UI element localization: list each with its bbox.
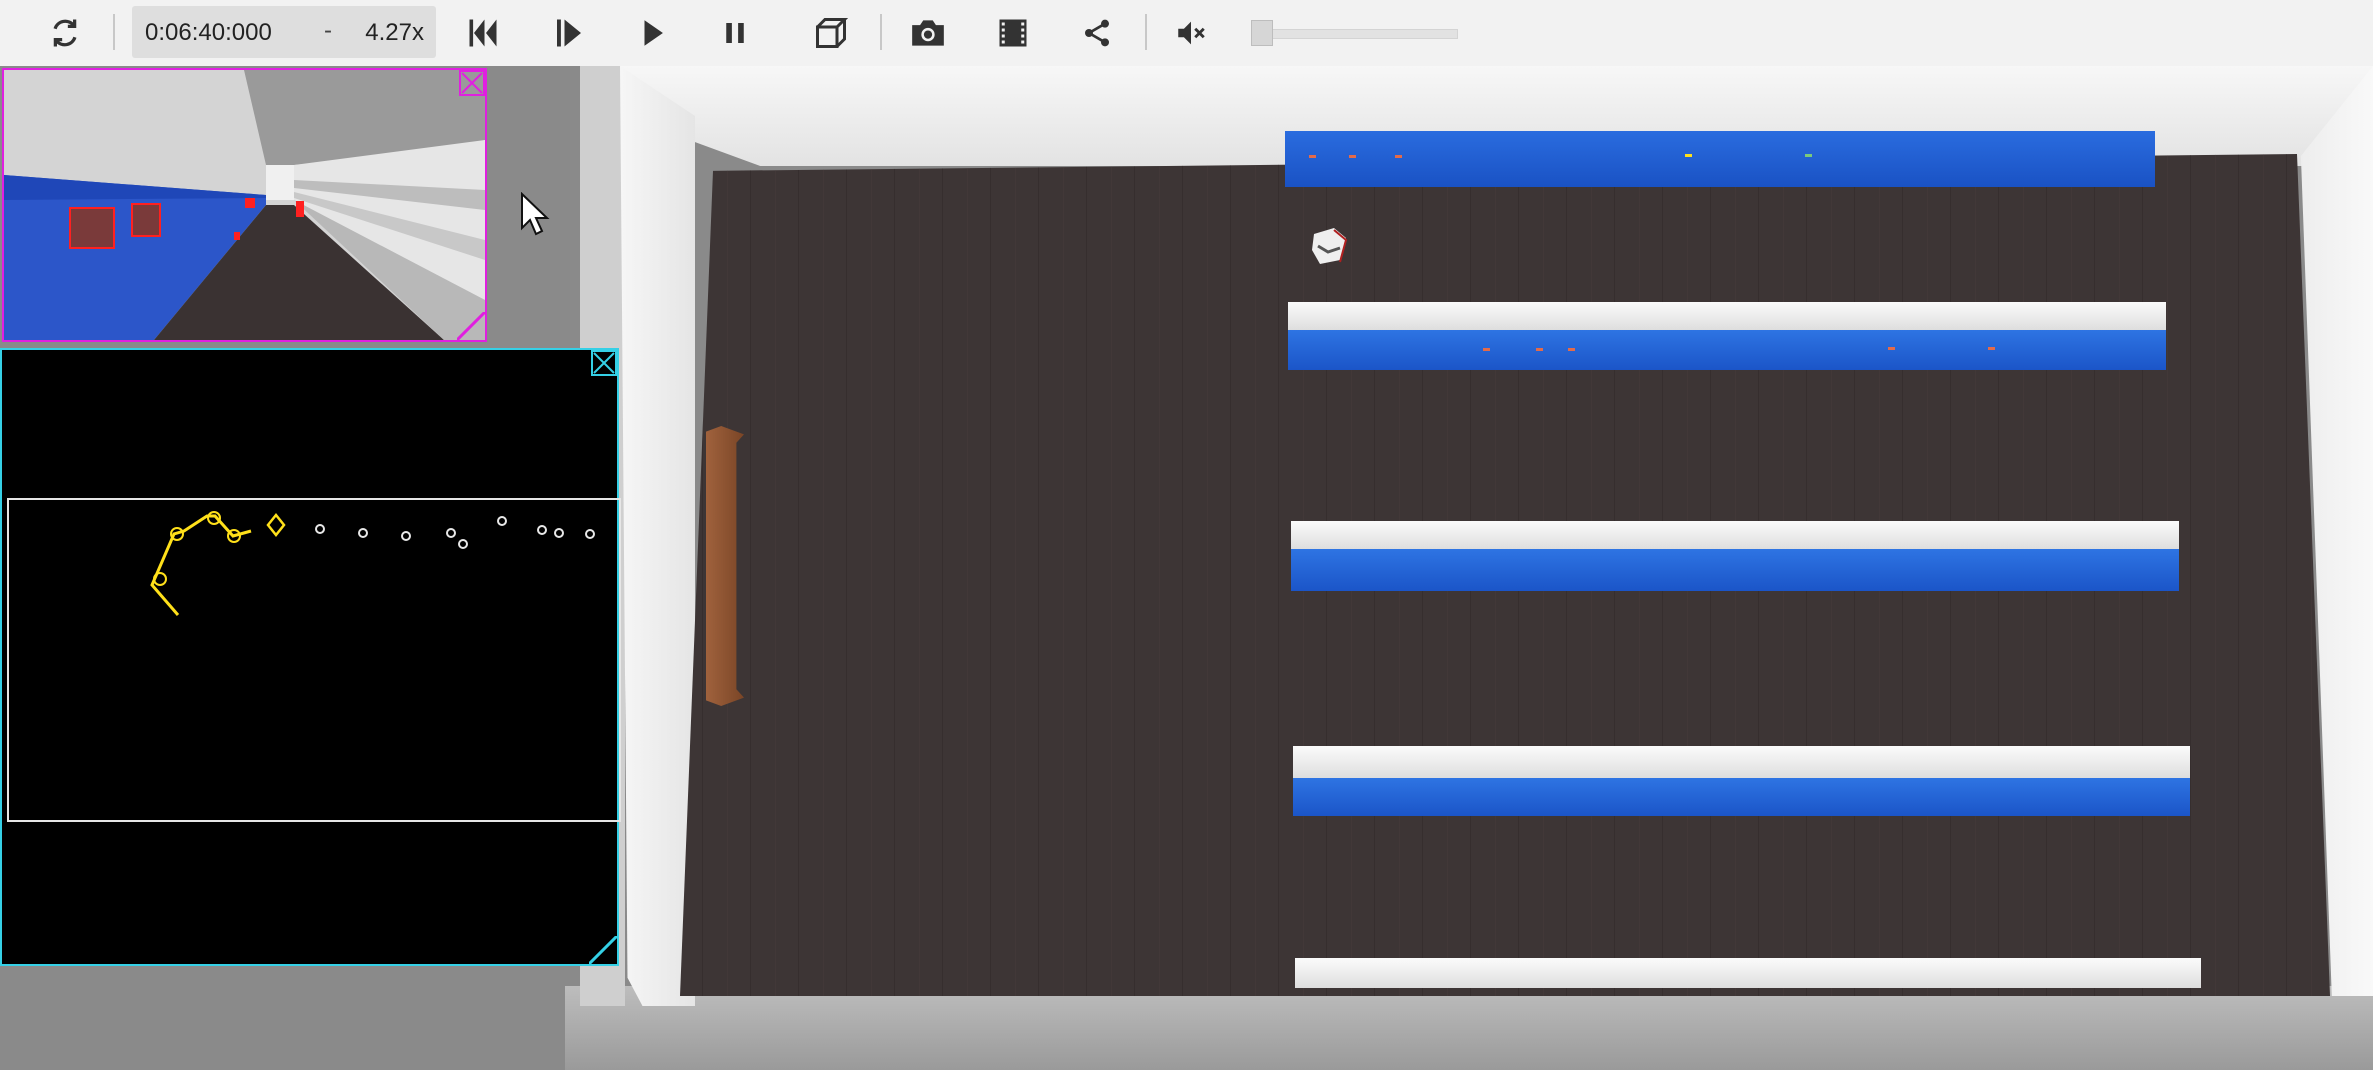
shelf-item — [1483, 348, 1490, 351]
play-icon — [644, 20, 663, 46]
step-forward-icon — [557, 19, 581, 47]
shelf-top — [1293, 746, 2190, 778]
film-icon — [999, 19, 1027, 47]
3d-view-icon — [816, 18, 849, 48]
screenshot-button[interactable] — [905, 10, 951, 56]
playback-toolbar: 0:06:40:000 - 4.27x — [0, 0, 2373, 67]
shelf-top — [1295, 958, 2201, 988]
shelf-item — [1309, 155, 1316, 158]
volume-slider-track[interactable] — [1256, 29, 1458, 39]
pause-button[interactable] — [712, 10, 758, 56]
detection-box — [245, 198, 255, 208]
outer-floor — [565, 986, 2373, 1070]
camera-view-panel[interactable] — [2, 68, 487, 342]
shelf-1 — [1285, 131, 2155, 187]
refresh-icon — [53, 19, 77, 47]
skip-to-start-icon — [469, 19, 497, 47]
robot-path-plot — [150, 511, 595, 616]
mute-button[interactable] — [1168, 10, 1214, 56]
close-icon[interactable] — [591, 350, 617, 376]
waypoints — [315, 516, 595, 549]
detection-box — [234, 232, 240, 240]
shelf-face — [1293, 778, 2190, 816]
shelf-top — [1288, 302, 2166, 330]
room-wall-left — [620, 66, 695, 1006]
resize-handle-icon[interactable] — [589, 936, 617, 964]
share-icon — [1085, 19, 1109, 47]
playback-speed[interactable]: 4.27x — [365, 19, 424, 47]
skip-to-start-button[interactable] — [460, 10, 506, 56]
refresh-button[interactable] — [42, 10, 88, 56]
shelf-3 — [1291, 521, 2179, 591]
detection-box — [131, 203, 161, 237]
shelf-face — [1285, 131, 2155, 187]
shelf-5 — [1295, 958, 2201, 988]
mouse-cursor-icon — [521, 192, 550, 236]
shelf-item — [1685, 154, 1692, 157]
shelf-item — [1988, 347, 1995, 350]
map-view-panel[interactable] — [0, 348, 621, 966]
play-button[interactable] — [630, 10, 676, 56]
record-button[interactable] — [990, 10, 1036, 56]
shelf-item — [1888, 347, 1895, 350]
camera-feed — [4, 70, 485, 340]
share-button[interactable] — [1074, 10, 1120, 56]
robot — [1312, 228, 1348, 264]
shelf-item — [1349, 155, 1356, 158]
close-icon[interactable] — [459, 70, 485, 96]
shelf-4 — [1293, 746, 2190, 816]
playback-time: 0:06:40:000 — [145, 19, 272, 46]
shelf-top — [1291, 521, 2179, 549]
detection-box — [296, 201, 304, 217]
toolbar-separator — [113, 14, 115, 50]
shelf-item — [1805, 154, 1812, 157]
resize-handle-icon[interactable] — [457, 312, 485, 340]
time-display[interactable]: 0:06:40:000 - 4.27x — [132, 6, 436, 58]
mute-icon — [1178, 21, 1205, 45]
toolbar-separator — [880, 14, 882, 50]
volume-slider-thumb[interactable] — [1251, 20, 1273, 46]
robot-marker — [266, 512, 286, 538]
toolbar-separator — [1145, 14, 1147, 50]
detection-box — [69, 207, 115, 249]
3d-view-button[interactable] — [808, 10, 854, 56]
camera-icon — [912, 20, 944, 46]
shelf-item — [1536, 348, 1543, 351]
pause-icon — [726, 23, 744, 43]
shelf-item — [1395, 155, 1402, 158]
step-forward-button[interactable] — [546, 10, 592, 56]
shelf-2 — [1288, 302, 2166, 370]
time-separator: - — [324, 17, 332, 44]
shelf-face — [1288, 330, 2166, 370]
shelf-item — [1568, 348, 1575, 351]
shelf-face — [1291, 549, 2179, 591]
